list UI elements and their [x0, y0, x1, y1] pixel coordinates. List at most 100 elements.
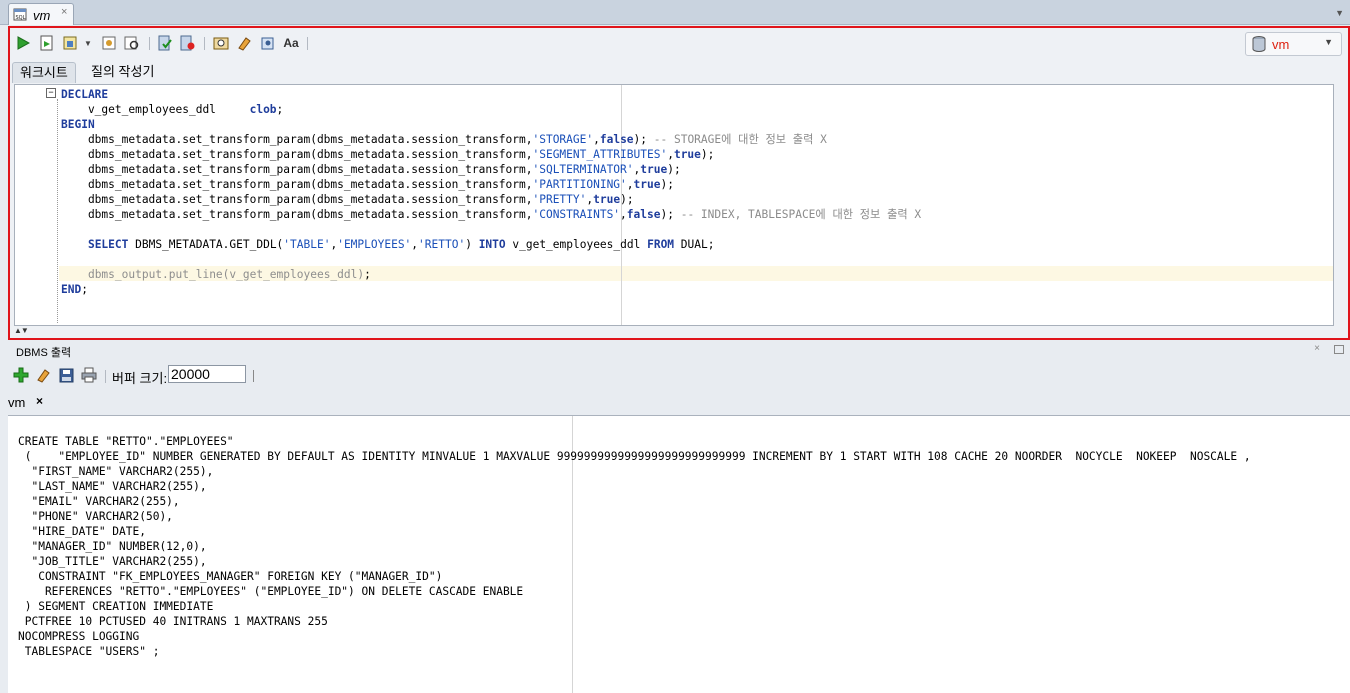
toolbar-separator — [105, 370, 106, 383]
code-line: v_get_employees_ddl clob; — [61, 102, 921, 117]
sql-editor[interactable]: − DECLARE v_get_employees_ddl clob; BEGIN… — [14, 84, 1334, 326]
code-token: true — [633, 178, 661, 191]
sql-worksheet-panel: ▼ Aa vm ▼ 워크시트 질의 작성기 − DECLARE v_get_em… — [8, 26, 1350, 340]
code-token: ); — [700, 148, 715, 161]
tab-list-dropdown-icon[interactable]: ▼ — [1335, 8, 1344, 18]
code-token: DBMS_METADATA.GET_DDL( — [128, 238, 284, 251]
code-line: dbms_metadata.set_transform_param(dbms_m… — [61, 207, 921, 222]
buffer-size-input[interactable] — [168, 365, 246, 383]
sql-history-icon[interactable] — [212, 34, 230, 52]
fold-toggle-icon[interactable]: − — [46, 88, 56, 98]
svg-text:SQL: SQL — [16, 15, 26, 21]
fold-guide — [57, 99, 58, 323]
code-token: -- INDEX, TABLESPACE에 대한 정보 출력 X — [680, 208, 922, 221]
code-token: ; — [276, 103, 284, 116]
code-token: ; — [364, 268, 371, 281]
eraser-icon[interactable] — [34, 366, 52, 384]
run-script-icon[interactable] — [38, 34, 56, 52]
toolbar-separator — [253, 370, 254, 382]
code-token: ); — [660, 208, 681, 221]
dbms-output-header: DBMS 출력 × — [8, 340, 1350, 360]
code-token: ; — [81, 283, 88, 296]
code-text: DECLARE v_get_employees_ddl clob; BEGIN d… — [61, 87, 921, 297]
line-gutter — [15, 85, 45, 325]
commit-icon[interactable] — [156, 34, 174, 52]
code-token: ); — [660, 178, 674, 191]
tab-worksheet[interactable]: 워크시트 — [12, 62, 76, 83]
toolbar-separator — [204, 37, 205, 50]
chevron-down-icon[interactable]: ▼ — [82, 34, 94, 52]
code-token: , — [626, 178, 634, 191]
code-token: dbms_metadata.set_transform_param(dbms_m… — [61, 193, 533, 206]
autotrace-icon[interactable] — [62, 34, 80, 52]
code-token: 'TABLE' — [283, 238, 331, 251]
tab-query-builder[interactable]: 질의 작성기 — [84, 62, 161, 82]
change-case-icon[interactable]: Aa — [282, 34, 300, 52]
document-tab-label: vm — [33, 8, 51, 23]
code-token: dbms_metadata.set_transform_param(dbms_m… — [61, 163, 533, 176]
code-line: END; — [61, 282, 921, 297]
code-token: FROM — [647, 238, 675, 251]
code-token: 'SQLTERMINATOR' — [532, 163, 634, 176]
code-token: ) — [465, 238, 479, 251]
code-token: 'EMPLOYEES' — [337, 238, 412, 251]
code-token: clob — [249, 103, 277, 116]
close-icon[interactable]: × — [1314, 343, 1320, 354]
eraser-icon[interactable] — [235, 34, 253, 52]
code-token: ); — [633, 133, 654, 146]
document-tab-strip: SQL vm × ▼ — [0, 0, 1350, 25]
worksheet-document-tab[interactable]: SQL vm × — [8, 3, 74, 25]
explain-plan-icon[interactable] — [100, 34, 118, 52]
code-token: , — [667, 148, 674, 161]
dbms-output-area[interactable]: CREATE TABLE "RETTO"."EMPLOYEES" ( "EMPL… — [8, 415, 1350, 693]
worksheet-toolbar: ▼ Aa vm ▼ — [10, 28, 1348, 58]
code-line: dbms_metadata.set_transform_param(dbms_m… — [61, 162, 921, 177]
code-token: INTO — [478, 238, 506, 251]
connection-name: vm — [1272, 37, 1290, 52]
close-icon[interactable]: × — [61, 6, 67, 18]
close-icon[interactable]: × — [36, 394, 43, 408]
code-token: v_get_employees_ddl — [61, 103, 250, 116]
sql-worksheet-icon: SQL — [13, 8, 27, 21]
code-token: 'PARTITIONING' — [532, 178, 627, 191]
code-line: dbms_metadata.set_transform_param(dbms_m… — [61, 132, 921, 147]
code-line: dbms_metadata.set_transform_param(dbms_m… — [61, 192, 921, 207]
code-token: true — [640, 163, 668, 176]
code-token: , — [593, 133, 600, 146]
format-sql-icon[interactable] — [259, 34, 277, 52]
toolbar-separator — [149, 37, 150, 50]
output-text: CREATE TABLE "RETTO"."EMPLOYEES" ( "EMPL… — [18, 435, 1251, 658]
sql-tuning-icon[interactable] — [123, 34, 141, 52]
code-token: -- STORAGE에 대한 정보 출력 X — [653, 133, 827, 146]
code-token: ); — [620, 193, 634, 206]
worksheet-tabs: 워크시트 질의 작성기 — [10, 62, 1348, 83]
print-icon[interactable] — [80, 366, 98, 384]
output-tab-bar: vm × — [0, 392, 1350, 414]
tab-output-vm[interactable]: vm × — [0, 392, 46, 414]
code-token: 'CONSTRAINTS' — [532, 208, 621, 221]
save-icon[interactable] — [57, 366, 75, 384]
panel-title: DBMS 출력 — [16, 347, 72, 359]
add-connection-icon[interactable] — [12, 366, 30, 384]
code-token: 'SEGMENT_ATTRIBUTES' — [532, 148, 668, 161]
code-token: dbms_metadata.set_transform_param(dbms_m… — [61, 178, 533, 191]
rollback-icon[interactable] — [178, 34, 196, 52]
code-token: END — [61, 283, 82, 296]
code-line: dbms_metadata.set_transform_param(dbms_m… — [61, 147, 921, 162]
code-line: SELECT DBMS_METADATA.GET_DDL('TABLE','EM… — [61, 237, 921, 252]
code-token: v_get_employees_ddl — [505, 238, 648, 251]
split-arrows-icon[interactable]: ▲▼ — [14, 326, 29, 335]
database-icon — [1252, 36, 1266, 52]
toolbar-separator — [307, 37, 308, 50]
connection-selector[interactable]: vm ▼ — [1245, 32, 1342, 56]
minimize-icon[interactable] — [1334, 345, 1344, 354]
code-token: false — [626, 208, 661, 221]
code-token: ); — [667, 163, 681, 176]
run-statement-icon[interactable] — [14, 34, 32, 52]
code-line: DECLARE — [61, 87, 921, 102]
code-token: dbms_output.put_line(v_get_employees_ddl… — [87, 268, 365, 281]
chevron-down-icon: ▼ — [1324, 37, 1333, 47]
